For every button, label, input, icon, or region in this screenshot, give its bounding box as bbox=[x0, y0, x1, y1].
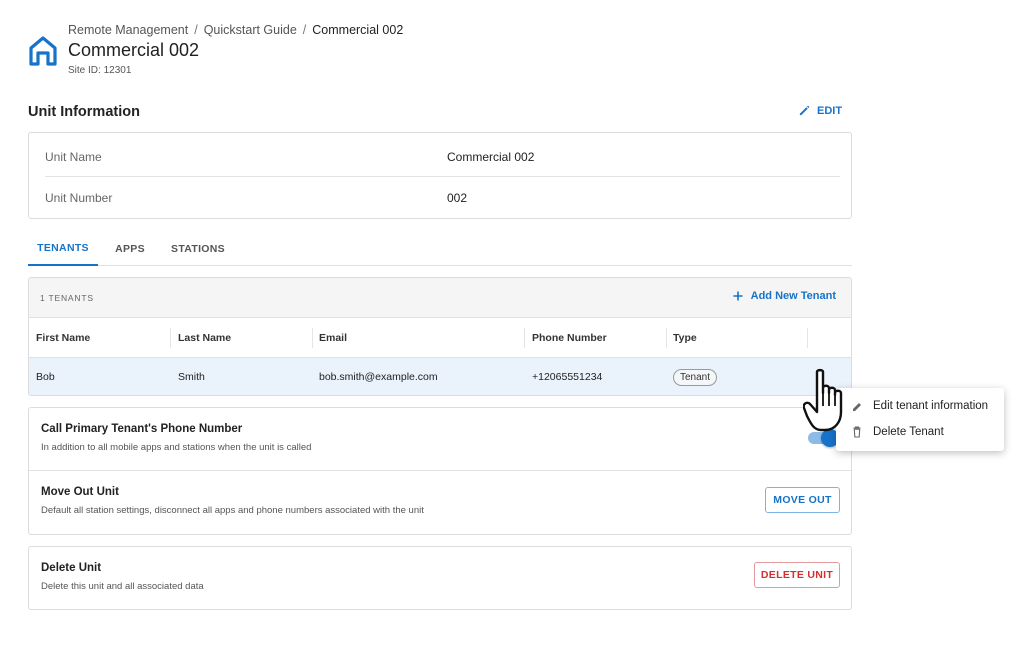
tab-tenants[interactable]: TENANTS bbox=[28, 232, 98, 266]
delete-unit-button[interactable]: DELETE UNIT bbox=[754, 562, 840, 588]
move-out-title: Move Out Unit bbox=[41, 486, 119, 498]
column-divider bbox=[666, 328, 808, 348]
tenants-header: 1 TENANTS Add New Tenant bbox=[29, 278, 851, 318]
call-primary-description: In addition to all mobile apps and stati… bbox=[41, 442, 312, 453]
breadcrumb-current: Commercial 002 bbox=[312, 23, 404, 37]
menu-item-label: Delete Tenant bbox=[873, 426, 944, 438]
column-divider bbox=[171, 328, 313, 348]
table-row[interactable]: Bob Smith bob.smith@example.com +1206555… bbox=[29, 358, 851, 395]
menu-item-edit-tenant[interactable]: Edit tenant information bbox=[836, 393, 1004, 419]
call-primary-row: Call Primary Tenant's Phone Number In ad… bbox=[29, 408, 851, 471]
column-divider bbox=[312, 328, 525, 348]
tenants-card: 1 TENANTS Add New Tenant First Name Last… bbox=[28, 277, 852, 396]
add-new-tenant-label: Add New Tenant bbox=[750, 290, 836, 302]
unit-info-card: Unit Name Commercial 002 Unit Number 002 bbox=[28, 132, 852, 219]
house-logo-icon bbox=[29, 36, 57, 66]
move-out-description: Default all station settings, disconnect… bbox=[41, 505, 424, 516]
unit-number-row: Unit Number 002 bbox=[45, 178, 840, 218]
hand-pointer-icon bbox=[803, 368, 843, 432]
menu-item-label: Edit tenant information bbox=[873, 400, 989, 412]
cell-phone-number: +12065551234 bbox=[532, 371, 603, 383]
page-title: Commercial 002 bbox=[68, 40, 200, 60]
move-out-button[interactable]: MOVE OUT bbox=[765, 487, 840, 513]
type-chip: Tenant bbox=[673, 368, 718, 386]
tenant-count: 1 TENANTS bbox=[40, 293, 94, 303]
cell-type: Tenant bbox=[666, 358, 718, 395]
tenant-context-menu: Edit tenant information Delete Tenant bbox=[836, 388, 1004, 451]
unit-name-row: Unit Name Commercial 002 bbox=[45, 137, 840, 177]
breadcrumb-quickstart-guide[interactable]: Quickstart Guide bbox=[204, 23, 297, 37]
move-out-row: Move Out Unit Default all station settin… bbox=[29, 471, 851, 534]
add-new-tenant-button[interactable]: Add New Tenant bbox=[733, 290, 836, 302]
delete-unit-card: Delete Unit Delete this unit and all ass… bbox=[28, 546, 852, 610]
breadcrumb-separator: / bbox=[302, 23, 307, 37]
column-divider bbox=[29, 328, 171, 348]
unit-number-label: Unit Number bbox=[45, 191, 113, 205]
breadcrumb: Remote Management / Quickstart Guide / C… bbox=[68, 23, 403, 37]
unit-number-value: 002 bbox=[447, 191, 468, 205]
breadcrumb-separator: / bbox=[194, 23, 198, 37]
tab-bar: TENANTS APPS STATIONS bbox=[28, 232, 852, 266]
unit-settings-card: Call Primary Tenant's Phone Number In ad… bbox=[28, 407, 852, 535]
pencil-icon bbox=[799, 105, 810, 116]
edit-label: EDIT bbox=[817, 104, 843, 117]
unit-name-value: Commercial 002 bbox=[447, 149, 535, 164]
unit-name-label: Unit Name bbox=[45, 149, 102, 164]
cell-first-name: Bob bbox=[36, 371, 55, 383]
delete-unit-title: Delete Unit bbox=[41, 562, 102, 574]
cell-email: bob.smith@example.com bbox=[319, 371, 438, 383]
tab-apps[interactable]: APPS bbox=[108, 232, 152, 266]
site-id: Site ID: 12301 bbox=[68, 65, 132, 76]
delete-unit-description: Delete this unit and all associated data bbox=[41, 581, 204, 592]
tab-stations[interactable]: STATIONS bbox=[166, 232, 230, 266]
breadcrumb-remote-management[interactable]: Remote Management bbox=[68, 23, 188, 37]
unit-information-title: Unit Information bbox=[28, 104, 140, 120]
table-header: First Name Last Name Email Phone Number … bbox=[29, 318, 851, 358]
column-divider bbox=[525, 328, 667, 348]
cell-last-name: Smith bbox=[178, 371, 205, 383]
edit-unit-button[interactable]: EDIT bbox=[798, 104, 842, 117]
menu-item-delete-tenant[interactable]: Delete Tenant bbox=[836, 419, 1004, 445]
plus-icon bbox=[733, 291, 743, 301]
call-primary-title: Call Primary Tenant's Phone Number bbox=[41, 423, 243, 435]
